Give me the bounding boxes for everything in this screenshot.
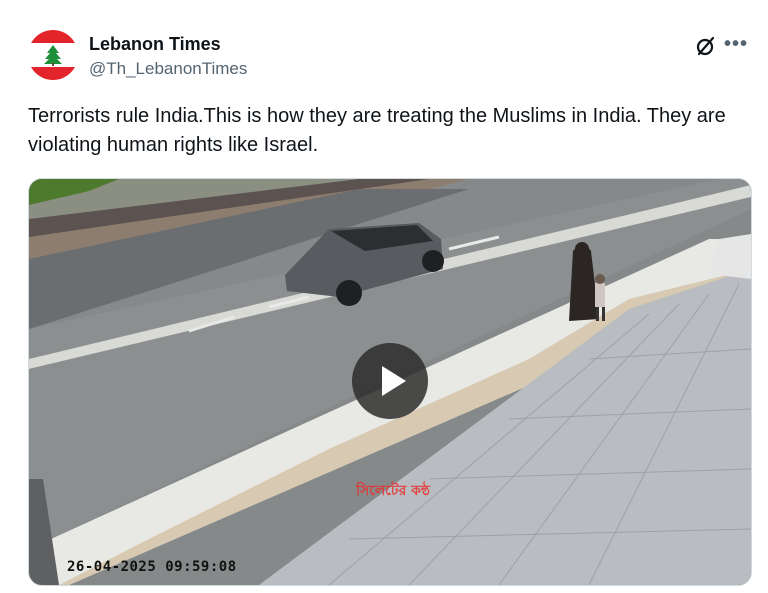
video-player[interactable]: সিলেটের কন্ঠ 26-04-2025 09:59:08 [28,178,752,586]
more-options-icon[interactable]: ••• [724,34,748,54]
video-timestamp: 26-04-2025 09:59:08 [67,559,237,575]
grok-icon[interactable] [694,34,718,58]
tweet-text: Terrorists rule India.This is how they a… [28,105,726,156]
avatar[interactable] [28,30,78,80]
display-name[interactable]: Lebanon Times [89,34,221,55]
play-button[interactable] [352,343,428,419]
play-icon [382,366,406,396]
account-handle[interactable]: @Th_LebanonTimes [89,59,247,79]
news-watermark: সিলেটের কন্ঠ [356,483,430,499]
lebanon-flag-icon [28,30,78,80]
tweet-header: Lebanon Times @Th_LebanonTimes ••• [28,26,748,86]
